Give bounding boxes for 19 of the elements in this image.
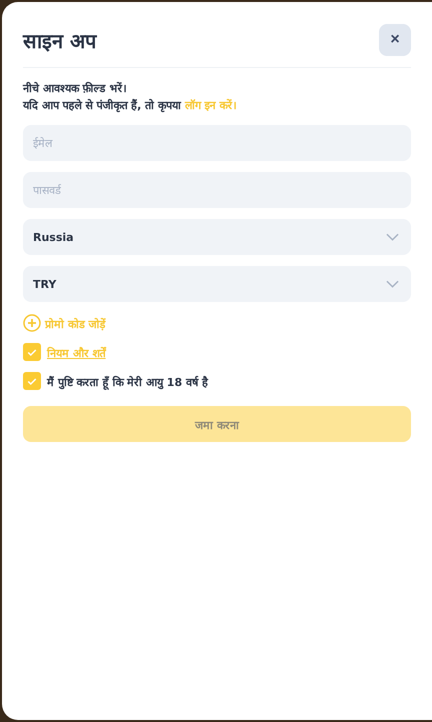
login-link[interactable]: लॉग इन करें।	[184, 99, 236, 112]
chevron-down-icon	[386, 280, 399, 288]
checkbox-label: मैं पुष्टि करता हूँ कि मेरी आयु 18 वर्ष है	[47, 374, 208, 388]
close-button[interactable]: ×	[379, 24, 411, 56]
chevron-down-icon	[386, 233, 399, 241]
instruction-text: नीचे आवश्यक फ़ील्ड भरें।	[23, 80, 128, 97]
checkbox[interactable]	[23, 343, 41, 361]
checkbox[interactable]	[23, 372, 41, 390]
terms-link[interactable]: नियम और शर्तें	[47, 344, 106, 360]
checkmark-icon	[27, 376, 37, 386]
plus-circle-icon	[23, 314, 41, 332]
select-field[interactable]: TRY	[23, 266, 411, 302]
input-field[interactable]: पासवर्ड	[23, 172, 411, 208]
input-field[interactable]: ईमेल	[23, 125, 411, 161]
login-prompt: यदि आप पहले से पंजीकृत हैं, तो कृपया लॉग इन करें।	[23, 98, 238, 114]
checkmark-icon	[27, 348, 37, 356]
dialog-title: साइन अप	[23, 28, 96, 54]
promo-code-link[interactable]: प्रोमो कोड जोड़ें	[45, 316, 106, 330]
select-field[interactable]: Russia	[23, 219, 411, 255]
